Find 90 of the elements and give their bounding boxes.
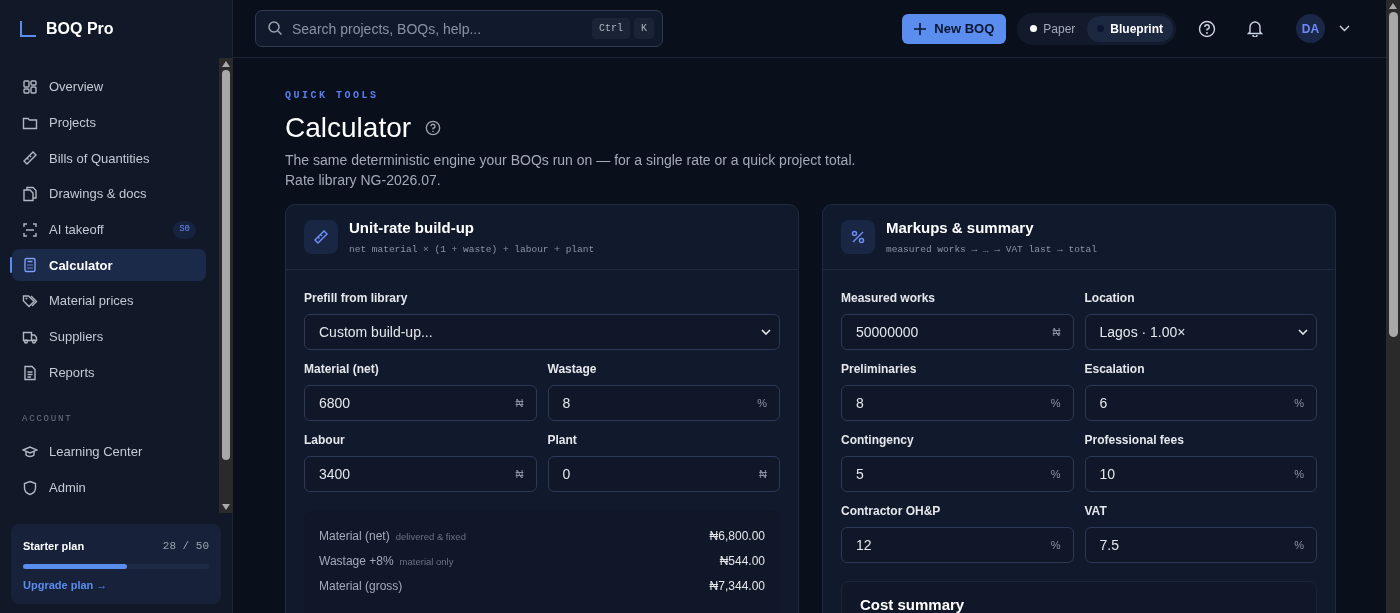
count-badge: S0 [173, 221, 196, 239]
field-label: Escalation [1084, 361, 1146, 378]
plus-icon [914, 22, 927, 35]
unit-label: % [1050, 467, 1061, 482]
sidebar-item[interactable]: Material prices [12, 285, 206, 318]
breakdown-note: delivered & fixed [395, 530, 466, 544]
field-label: Contractor OH&P [841, 503, 942, 520]
unit-label: ₦ [1052, 325, 1061, 340]
field-label: Preliminaries [841, 361, 918, 378]
scroll-up-arrow-icon[interactable] [222, 61, 230, 67]
chevron-down-icon [761, 329, 771, 335]
field-label: Plant [547, 432, 578, 449]
scroll-up-arrow-icon[interactable] [1389, 3, 1397, 9]
select-field[interactable]: Lagos · 1.00× [1084, 314, 1317, 350]
select-field[interactable]: Custom build-up... [304, 314, 780, 350]
unit-label: % [1294, 538, 1304, 553]
user-avatar[interactable]: DA [1296, 14, 1325, 43]
sidebar-item[interactable]: Projects [12, 106, 206, 139]
cost-summary-title: Cost summary [860, 595, 966, 613]
field-label: Contingency [841, 432, 915, 449]
calculator-icon [22, 257, 38, 274]
formula-text: measured works → … → VAT last → total [886, 242, 1097, 257]
documents-icon [22, 186, 38, 203]
unit-label: % [1050, 396, 1061, 411]
field-label: Material (net) [304, 361, 380, 378]
new-boq-button[interactable]: New BOQ [902, 13, 1007, 44]
unit-label: % [1050, 538, 1061, 553]
scan-icon [22, 221, 38, 238]
document-icon [22, 364, 38, 381]
field-label: Professional fees [1084, 432, 1185, 449]
card-title: Unit-rate build-up [349, 218, 475, 239]
page-title: Calculator [285, 111, 412, 145]
grid-icon [22, 79, 38, 95]
sidebar-item[interactable]: AI takeoff S0 [12, 213, 206, 246]
scroll-down-arrow-icon[interactable] [222, 504, 230, 510]
scrollbar-thumb[interactable] [222, 70, 230, 460]
description-text: The same deterministic engine your BOQs run on — for a single rate or a quick project total. [285, 151, 857, 170]
field-label: Location [1084, 290, 1136, 307]
theme-option[interactable]: Blueprint [1087, 15, 1173, 42]
shield-icon [22, 479, 38, 496]
logo-icon [19, 19, 37, 38]
plan-usage: 28 / 50 [162, 539, 209, 554]
search-icon [267, 20, 283, 36]
breakdown-amount: ₦544.00 [719, 553, 765, 570]
help-icon[interactable] [425, 120, 442, 136]
field-label: VAT [1084, 503, 1108, 520]
sidebar-item[interactable]: Calculator [12, 249, 206, 282]
field-label: Measured works [841, 290, 937, 307]
section-label: ACCOUNT [21, 412, 74, 426]
eyebrow-label: QUICK TOOLS [285, 89, 380, 103]
chevron-down-icon [1298, 329, 1308, 335]
unit-label: ₦ [759, 467, 767, 482]
scrollbar-thumb[interactable] [1388, 12, 1398, 337]
unit-label: % [757, 396, 767, 411]
percent-icon [841, 220, 875, 254]
breakdown-label: Material (net) [319, 528, 390, 545]
sidebar-item[interactable]: Bills of Quantities [12, 142, 206, 175]
sidebar-item[interactable]: Drawings & docs [12, 178, 206, 211]
unit-label: ₦ [515, 467, 524, 482]
unit-label: ₦ [515, 396, 524, 411]
ruler-icon [304, 220, 338, 254]
tag-icon [22, 293, 38, 310]
notification-bell-icon[interactable] [1247, 20, 1263, 37]
sidebar-item[interactable]: Admin [12, 471, 206, 504]
chevron-down-icon[interactable] [1339, 25, 1350, 32]
sidebar-item[interactable]: Reports [12, 356, 206, 389]
upgrade-link[interactable]: Upgrade plan → [23, 576, 209, 593]
breakdown-amount: ₦7,344.00 [709, 578, 765, 595]
sidebar-item[interactable]: Suppliers [12, 320, 206, 353]
field-label: Labour [304, 432, 346, 449]
ruler-icon [22, 150, 38, 167]
breakdown-label: Material (gross) [319, 578, 403, 595]
breakdown-amount: ₦6,800.00 [709, 528, 765, 545]
sidebar-item[interactable]: Learning Center [12, 436, 206, 468]
sidebar-item[interactable]: Overview [12, 71, 206, 103]
plan-name: Starter plan [23, 539, 85, 554]
keyboard-key: Ctrl [591, 18, 630, 39]
graduation-cap-icon [22, 444, 38, 460]
help-icon[interactable] [1198, 19, 1216, 38]
brand-name: BOQ Pro [46, 18, 114, 39]
breakdown-label: Wastage +8% [319, 553, 394, 570]
description-text: Rate library NG-2026.07. [285, 171, 442, 190]
field-label: Wastage [547, 361, 598, 378]
field-label: Prefill from library [304, 290, 409, 307]
card-title: Markups & summary [886, 218, 1035, 239]
unit-label: % [1294, 467, 1304, 482]
breakdown-note: material only [399, 555, 454, 569]
formula-text: net material × (1 + waste) + labour + plant [349, 242, 595, 257]
theme-option[interactable]: Paper [1020, 15, 1086, 42]
unit-label: % [1294, 396, 1304, 411]
